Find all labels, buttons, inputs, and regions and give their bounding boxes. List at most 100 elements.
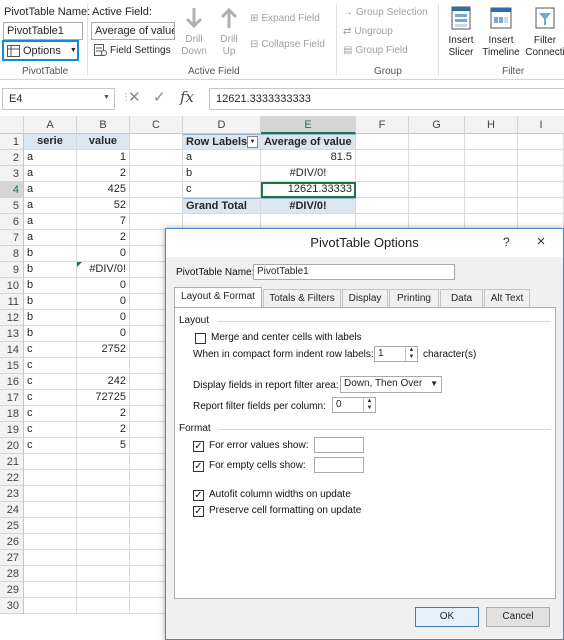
cell[interactable] xyxy=(24,598,77,614)
preserve-formatting-checkbox[interactable]: ✓ xyxy=(193,506,204,517)
row-header[interactable]: 26 xyxy=(0,534,24,550)
cell[interactable] xyxy=(518,166,564,182)
table-cell-value[interactable]: 0 xyxy=(77,326,130,342)
error-values-input[interactable] xyxy=(314,437,364,453)
cell[interactable] xyxy=(77,566,130,582)
confirm-entry-icon[interactable]: ✓ xyxy=(153,88,166,106)
pivottable-name-field[interactable]: PivotTable1 xyxy=(253,264,455,280)
autofit-checkbox[interactable]: ✓ xyxy=(193,490,204,501)
close-button[interactable]: × xyxy=(521,231,561,253)
pivot-value-header[interactable]: Average of value xyxy=(261,134,356,150)
cell[interactable] xyxy=(24,566,77,582)
table-cell-value[interactable]: 242 xyxy=(77,374,130,390)
row-header[interactable]: 25 xyxy=(0,518,24,534)
table-header-serie[interactable]: serie xyxy=(24,134,77,150)
error-values-checkbox[interactable]: ✓ xyxy=(193,441,204,452)
table-cell-value[interactable]: 0 xyxy=(77,294,130,310)
row-header[interactable]: 19 xyxy=(0,422,24,438)
table-cell-value[interactable]: 425 xyxy=(77,182,130,198)
row-header[interactable]: 16 xyxy=(0,374,24,390)
cell[interactable] xyxy=(409,166,465,182)
cell[interactable] xyxy=(356,182,409,198)
cell[interactable] xyxy=(356,150,409,166)
row-header[interactable]: 28 xyxy=(0,566,24,582)
row-header[interactable]: 23 xyxy=(0,486,24,502)
column-header-i[interactable]: I xyxy=(518,116,564,134)
cell[interactable] xyxy=(24,486,77,502)
group-selection-button[interactable]: → Group Selection xyxy=(343,7,428,18)
pivottable-name-input[interactable]: PivotTable1 xyxy=(3,22,83,40)
error-indicator-icon[interactable] xyxy=(77,262,82,267)
row-header[interactable]: 5 xyxy=(0,198,24,214)
row-header[interactable]: 12 xyxy=(0,310,24,326)
cell[interactable] xyxy=(356,134,409,150)
cell[interactable] xyxy=(465,182,518,198)
table-cell-serie[interactable]: b xyxy=(24,262,77,278)
tab-layout-format[interactable]: Layout & Format xyxy=(174,287,262,307)
name-box-chevron-icon[interactable]: ▼ xyxy=(103,94,110,101)
table-cell-value[interactable]: 72725 xyxy=(77,390,130,406)
report-filter-spinner[interactable]: 0 ▲ ▼ xyxy=(332,397,376,413)
table-cell-value[interactable]: 2 xyxy=(77,230,130,246)
field-settings-button[interactable]: Field Settings xyxy=(94,44,171,56)
drill-down-button[interactable]: Drill Down xyxy=(179,6,209,58)
drill-up-button[interactable]: Drill Up xyxy=(214,6,244,58)
pivot-row-labels-header[interactable]: Row Labels ▼ xyxy=(183,134,261,150)
row-header[interactable]: 20 xyxy=(0,438,24,454)
cell[interactable] xyxy=(409,134,465,150)
cell[interactable] xyxy=(130,182,183,198)
cell[interactable] xyxy=(356,198,409,214)
collapse-field-button[interactable]: ⊟ Collapse Field xyxy=(250,39,325,50)
cell[interactable] xyxy=(465,134,518,150)
empty-cells-checkbox[interactable]: ✓ xyxy=(193,461,204,472)
row-header[interactable]: 15 xyxy=(0,358,24,374)
cell[interactable] xyxy=(518,182,564,198)
cell[interactable] xyxy=(130,166,183,182)
cell[interactable] xyxy=(409,182,465,198)
tab-data[interactable]: Data xyxy=(440,289,483,307)
table-cell-serie[interactable]: a xyxy=(24,230,77,246)
row-header[interactable]: 17 xyxy=(0,390,24,406)
insert-slicer-button[interactable]: Insert Slicer xyxy=(444,5,478,59)
table-cell-serie[interactable]: a xyxy=(24,150,77,166)
cell[interactable] xyxy=(77,454,130,470)
row-header[interactable]: 7 xyxy=(0,230,24,246)
expand-field-button[interactable]: ⊞ Expand Field xyxy=(250,13,320,24)
formula-input[interactable]: 12621.3333333333 xyxy=(209,88,564,110)
ungroup-button[interactable]: ⇄ Ungroup xyxy=(343,26,393,37)
row-header[interactable]: 10 xyxy=(0,278,24,294)
table-cell-value[interactable] xyxy=(77,358,130,374)
spinner-arrows-icon[interactable]: ▲ ▼ xyxy=(405,347,417,361)
cell[interactable] xyxy=(77,582,130,598)
cell[interactable] xyxy=(77,502,130,518)
cell[interactable] xyxy=(77,598,130,614)
pivot-row-value[interactable]: #DIV/0! xyxy=(261,166,356,182)
table-cell-value[interactable]: 2752 xyxy=(77,342,130,358)
cell[interactable] xyxy=(77,534,130,550)
row-header[interactable]: 11 xyxy=(0,294,24,310)
row-header[interactable]: 22 xyxy=(0,470,24,486)
table-header-value[interactable]: value xyxy=(77,134,130,150)
cell[interactable] xyxy=(24,582,77,598)
row-header[interactable]: 13 xyxy=(0,326,24,342)
table-cell-serie[interactable]: a xyxy=(24,182,77,198)
column-header-h[interactable]: H xyxy=(465,116,518,134)
cancel-entry-icon[interactable]: ✕ xyxy=(128,88,141,106)
table-cell-value[interactable]: 2 xyxy=(77,166,130,182)
pivot-row-label[interactable]: b xyxy=(183,166,261,182)
table-cell-value[interactable]: 52 xyxy=(77,198,130,214)
filter-connections-button[interactable]: Filter Connecti xyxy=(525,5,564,59)
cell[interactable] xyxy=(518,198,564,214)
table-cell-serie[interactable]: c xyxy=(24,438,77,454)
table-cell-value[interactable]: 0 xyxy=(77,246,130,262)
cell[interactable] xyxy=(77,486,130,502)
column-header-d[interactable]: D xyxy=(183,116,261,134)
tab-alt-text[interactable]: Alt Text xyxy=(484,289,530,307)
row-header[interactable]: 9 xyxy=(0,262,24,278)
table-cell-serie[interactable]: c xyxy=(24,342,77,358)
row-header[interactable]: 1 xyxy=(0,134,24,150)
cell[interactable] xyxy=(465,198,518,214)
merge-center-checkbox[interactable] xyxy=(195,333,206,344)
cell[interactable] xyxy=(409,150,465,166)
column-header-b[interactable]: B xyxy=(77,116,130,134)
